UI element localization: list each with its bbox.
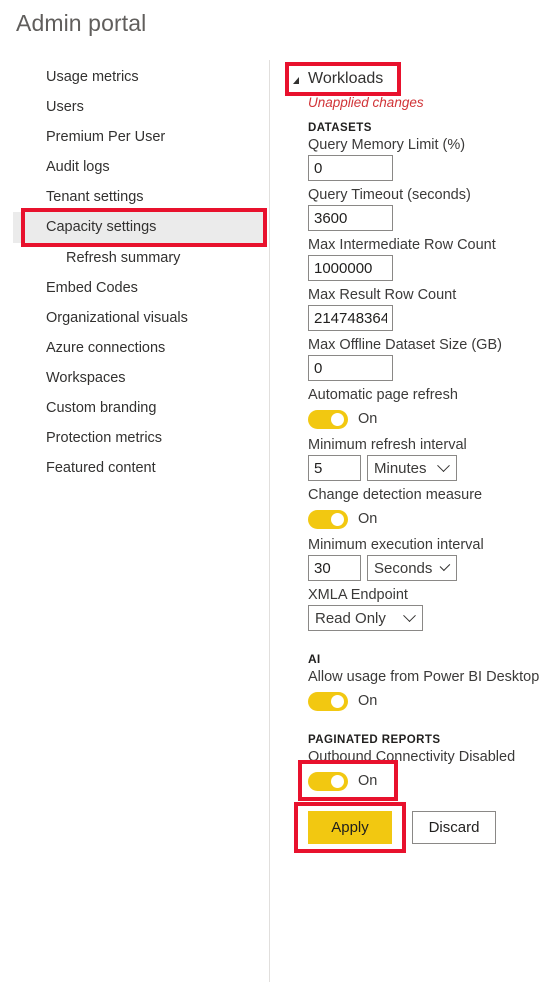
sidebar-item-workspaces[interactable]: Workspaces [0,363,268,393]
sidebar-item-azure-connections[interactable]: Azure connections [0,333,268,363]
sidebar-item-label: Usage metrics [46,69,139,85]
change-detection-measure-toggle-row: On [308,507,377,531]
sidebar-item-label: Capacity settings [46,219,157,235]
change-detection-measure-label: Change detection measure [308,487,483,503]
minimum-execution-interval-input[interactable] [308,555,361,581]
minimum-refresh-interval-unit-dropdown[interactable]: Minutes [367,455,457,481]
apply-button-wrap: Apply [294,802,406,853]
outbound-connectivity-disabled-state: On [358,773,378,789]
automatic-page-refresh-state: On [358,411,378,427]
minimum-execution-interval-label: Minimum execution interval [308,537,484,553]
sidebar-item-label: Featured content [46,460,156,476]
sidebar-item-label: Azure connections [46,340,166,356]
page-title: Admin portal [16,10,147,36]
outbound-connectivity-disabled-toggle[interactable] [308,771,348,791]
workloads-title: Workloads [308,70,384,87]
sidebar-item-capacity-settings[interactable]: Capacity settings [13,208,267,247]
sidebar-item-premium-per-user[interactable]: Premium Per User [0,122,268,152]
sidebar-item-label: Tenant settings [46,189,144,205]
workloads-panel: Workloads Unapplied changes DATASETS Que… [285,62,557,853]
sidebar-nav: Usage metrics Users Premium Per User Aud… [0,62,268,483]
action-buttons-row: Apply Discard [294,802,557,853]
chevron-down-icon [437,458,450,472]
minimum-refresh-interval-row: Minutes [308,455,557,481]
workloads-section-toggle[interactable]: Workloads [285,62,401,96]
apply-button[interactable]: Apply [308,811,392,844]
chevron-down-icon [403,608,416,622]
sidebar-item-embed-codes[interactable]: Embed Codes [0,273,268,303]
allow-usage-power-bi-desktop-toggle-row: On [308,689,377,713]
collapse-triangle-icon [293,77,299,84]
xmla-endpoint-value: Read Only [315,609,386,627]
sidebar-item-label: Refresh summary [66,250,181,266]
sidebar-item-featured-content[interactable]: Featured content [0,453,268,483]
max-offline-dataset-size-label: Max Offline Dataset Size (GB) [308,337,502,353]
paginated-reports-group-header: PAGINATED REPORTS [308,734,441,746]
sidebar-item-label: Organizational visuals [46,310,188,326]
toggle-knob-icon [331,512,344,526]
query-memory-limit-label: Query Memory Limit (%) [308,137,466,153]
toggle-knob-icon [331,412,344,426]
toggle-knob-icon [331,774,344,788]
workloads-body: DATASETS Query Memory Limit (%) Query Ti… [285,110,557,853]
max-result-row-count-input[interactable] [308,305,393,331]
minimum-execution-interval-row: Seconds [308,555,557,581]
query-memory-limit-input[interactable] [308,155,393,181]
minimum-refresh-interval-unit-value: Minutes [374,459,427,477]
sidebar-item-label: Protection metrics [46,430,163,446]
workloads-header-wrap: Workloads [285,62,401,96]
sidebar-item-organizational-visuals[interactable]: Organizational visuals [0,303,268,333]
xmla-endpoint-dropdown[interactable]: Read Only [308,605,423,631]
max-result-row-count-label: Max Result Row Count [308,287,457,303]
sidebar-item-usage-metrics[interactable]: Usage metrics [0,62,268,92]
ai-group-header: AI [308,652,321,666]
allow-usage-power-bi-desktop-toggle[interactable] [308,691,348,711]
unapplied-changes-note: Unapplied changes [308,95,424,110]
change-detection-measure-toggle[interactable] [308,509,348,529]
sidebar-item-users[interactable]: Users [0,92,268,122]
discard-button[interactable]: Discard [412,811,496,844]
sidebar-item-protection-metrics[interactable]: Protection metrics [0,423,268,453]
change-detection-measure-state: On [358,511,378,527]
minimum-refresh-interval-input[interactable] [308,455,361,481]
query-timeout-input[interactable] [308,205,393,231]
max-intermediate-row-count-label: Max Intermediate Row Count [308,237,496,253]
allow-usage-power-bi-desktop-label: Allow usage from Power BI Desktop [308,669,540,685]
sidebar-item-label: Premium Per User [46,129,166,145]
automatic-page-refresh-toggle[interactable] [308,409,348,429]
sidebar-item-label: Workspaces [46,370,126,386]
max-offline-dataset-size-input[interactable] [308,355,393,381]
query-timeout-label: Query Timeout (seconds) [308,187,471,203]
xmla-endpoint-label: XMLA Endpoint [308,587,408,603]
sidebar-item-audit-logs[interactable]: Audit logs [0,152,268,182]
outbound-connectivity-disabled-toggle-row: On [298,760,398,801]
outbound-connectivity-disabled-label: Outbound Connectivity Disabled [308,749,516,765]
minimum-execution-interval-unit-dropdown[interactable]: Seconds [367,555,457,581]
max-intermediate-row-count-input[interactable] [308,255,393,281]
vertical-divider [269,60,270,982]
sidebar-item-label: Audit logs [46,159,110,175]
datasets-group-header: DATASETS [308,122,372,134]
chevron-down-icon [440,560,451,571]
sidebar-item-label: Users [46,99,84,115]
minimum-refresh-interval-label: Minimum refresh interval [308,437,467,453]
sidebar-item-custom-branding[interactable]: Custom branding [0,393,268,423]
sidebar-item-label: Custom branding [46,400,157,416]
sidebar-item-tenant-settings[interactable]: Tenant settings [0,182,268,212]
allow-usage-power-bi-desktop-state: On [358,693,378,709]
automatic-page-refresh-label: Automatic page refresh [308,387,458,403]
automatic-page-refresh-toggle-row: On [308,407,377,431]
sidebar-item-refresh-summary[interactable]: Refresh summary [0,243,268,273]
toggle-knob-icon [331,694,344,708]
sidebar-item-label: Embed Codes [46,280,138,296]
minimum-execution-interval-unit-value: Seconds [374,559,433,577]
